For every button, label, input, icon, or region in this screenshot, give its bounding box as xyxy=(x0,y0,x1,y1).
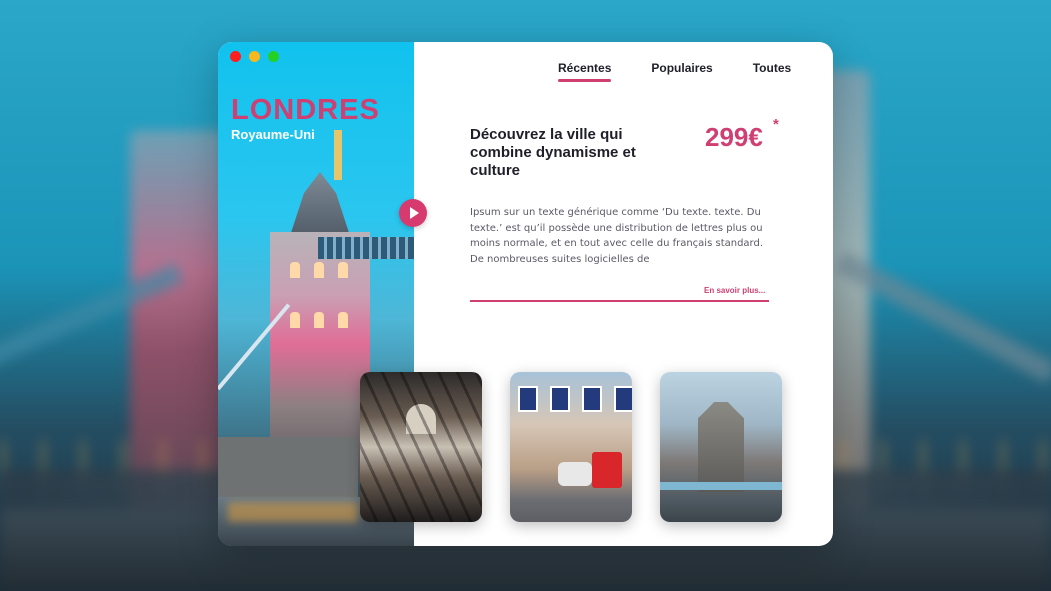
country-subtitle: Royaume-Uni xyxy=(231,127,315,142)
maximize-dot[interactable] xyxy=(268,51,279,62)
gallery-photo-tower-bridge[interactable] xyxy=(660,372,782,522)
active-tab-indicator xyxy=(558,79,612,82)
play-video-button[interactable] xyxy=(399,199,427,227)
minimize-dot[interactable] xyxy=(249,51,260,62)
tab-toutes-label: Toutes xyxy=(752,61,792,75)
play-icon xyxy=(410,207,419,219)
window-controls xyxy=(230,51,279,62)
destination-card: LONDRES Royaume-Uni Récentes Populaires … xyxy=(218,42,833,546)
offer-price: 299€ xyxy=(705,122,763,152)
offer-description: Ipsum sur un texte générique comme ‘Du t… xyxy=(470,207,764,266)
city-title: LONDRES xyxy=(231,94,380,126)
tab-toutes[interactable]: Toutes xyxy=(753,61,791,75)
description-divider xyxy=(470,300,769,302)
gallery-photo-st-pauls[interactable] xyxy=(360,372,482,522)
learn-more-link[interactable]: En savoir plus... xyxy=(704,286,765,295)
tab-populaires-label: Populaires xyxy=(651,61,713,75)
filter-tabs: Récentes Populaires Toutes xyxy=(558,61,791,82)
close-dot[interactable] xyxy=(230,51,241,62)
price-footnote-mark: * xyxy=(773,116,779,133)
gallery-photo-street[interactable] xyxy=(510,372,632,522)
tab-recentes[interactable]: Récentes xyxy=(558,61,612,82)
tab-populaires[interactable]: Populaires xyxy=(651,61,712,75)
offer-headline: Découvrez la ville qui combine dynamisme… xyxy=(470,126,636,179)
tab-recentes-label: Récentes xyxy=(558,61,612,75)
